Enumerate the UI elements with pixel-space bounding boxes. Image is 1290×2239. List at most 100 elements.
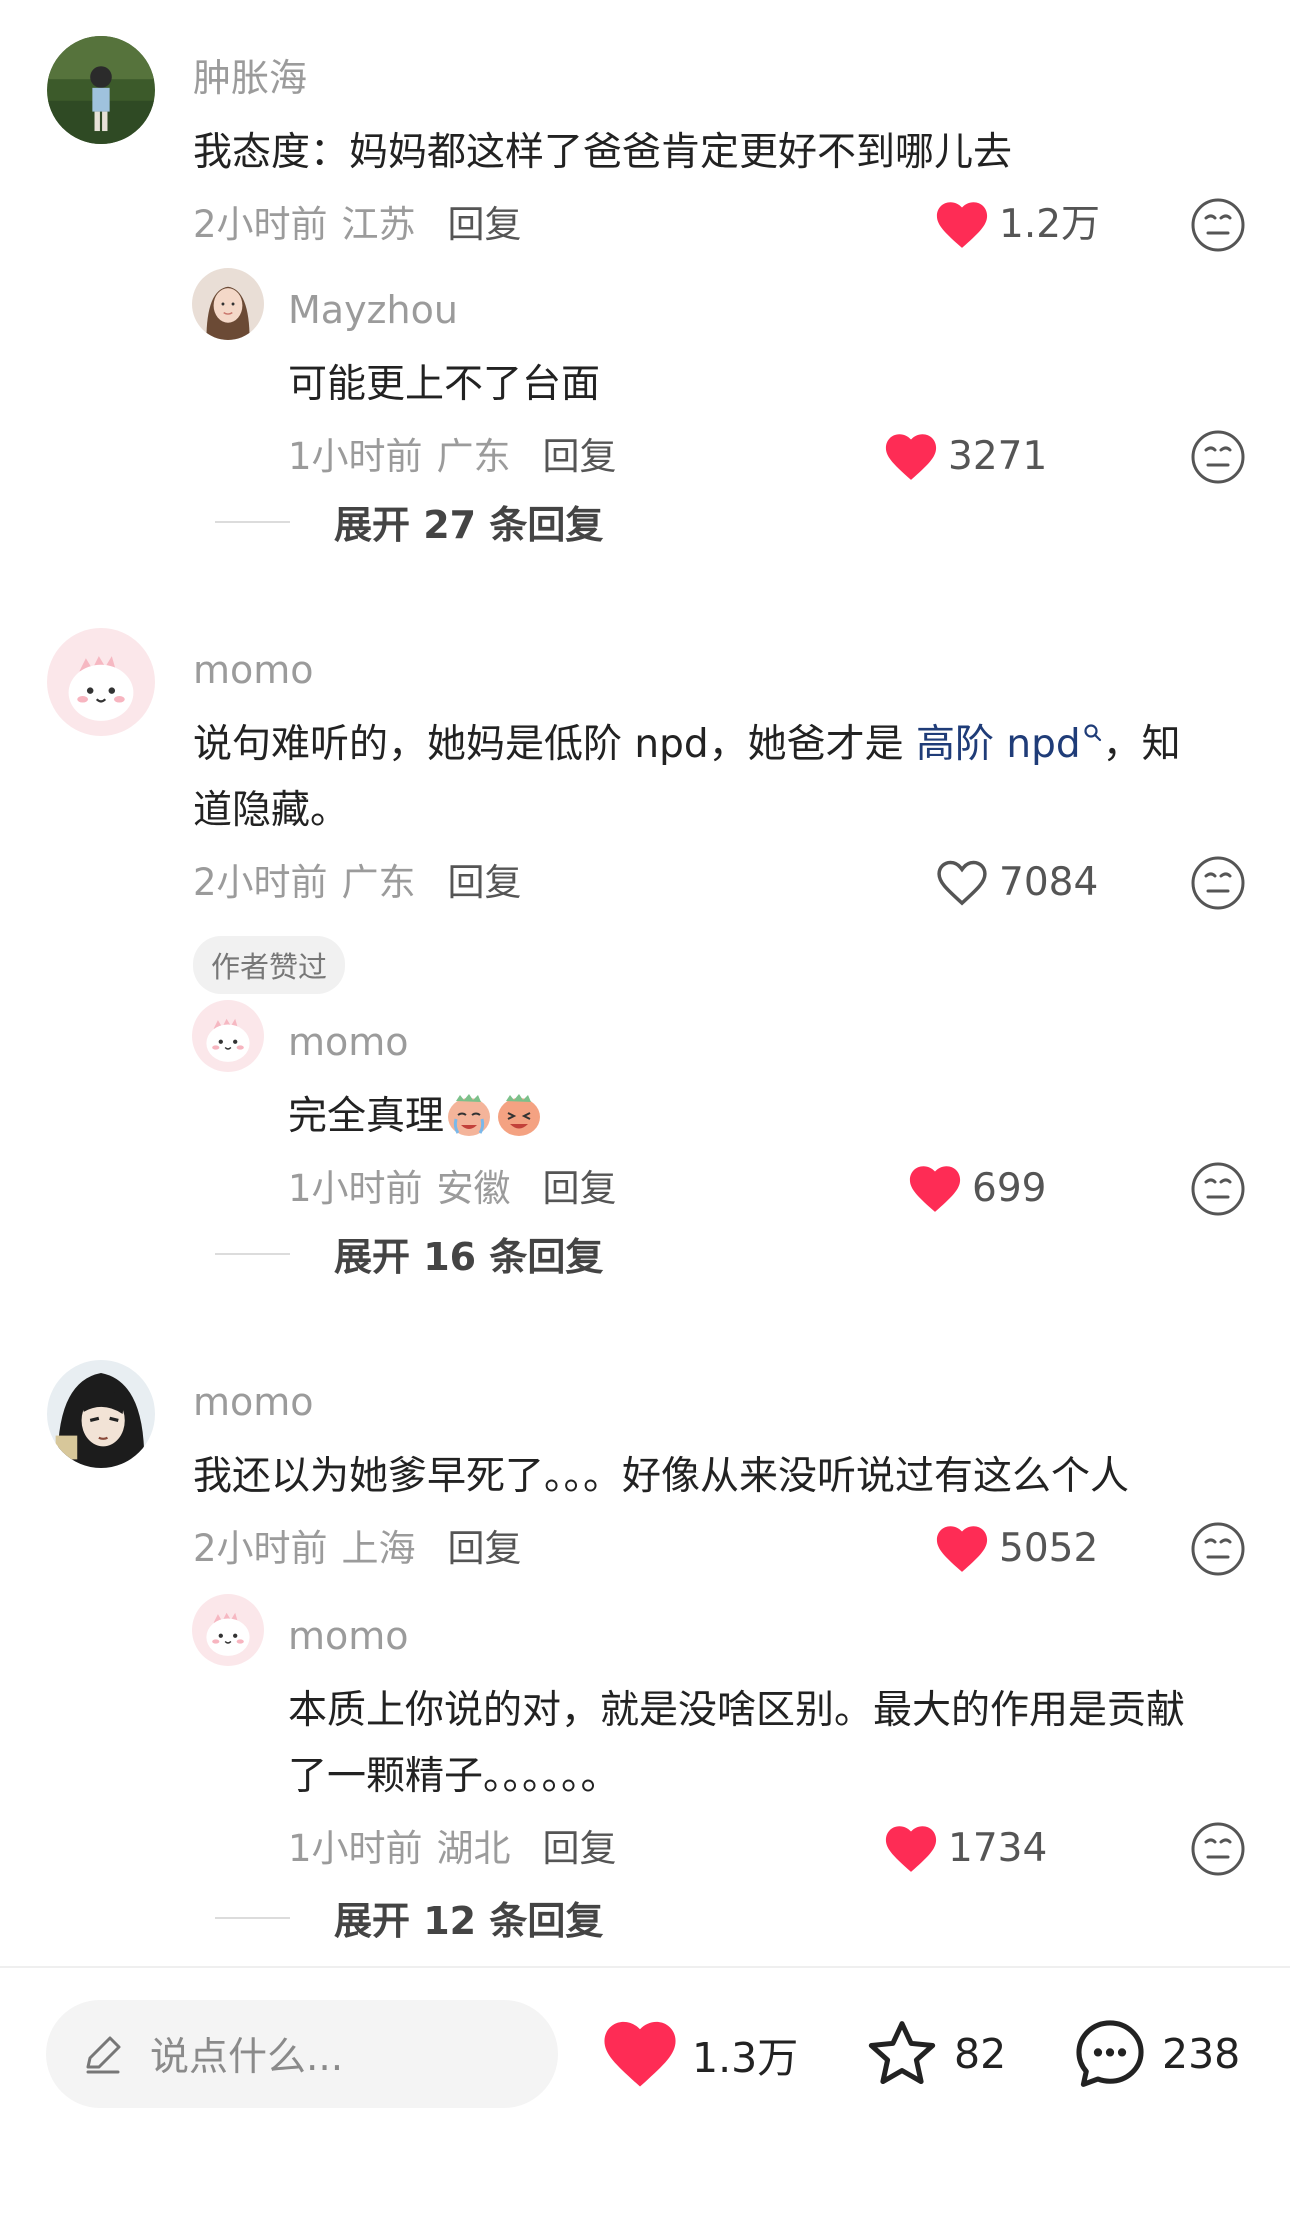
reply-button[interactable]: 回复 bbox=[448, 1527, 522, 1570]
reply-button[interactable]: 回复 bbox=[448, 861, 522, 904]
reply-button[interactable]: 回复 bbox=[448, 203, 522, 246]
location: 广东 bbox=[341, 861, 416, 904]
chat-bubble-icon bbox=[1076, 2020, 1144, 2087]
location: 安徽 bbox=[436, 1167, 511, 1210]
emoji-react-icon[interactable] bbox=[1189, 854, 1247, 912]
post-like-count: 1.3万 bbox=[692, 2034, 799, 2082]
comment-text-part: 说句难听的，她妈是低阶 npd，她爸才是 bbox=[193, 722, 917, 767]
comment-meta: 2小时前 上海 回复 5052 bbox=[193, 1514, 1247, 1584]
username[interactable]: momo bbox=[193, 1378, 1247, 1426]
username[interactable]: Mayzhou bbox=[288, 286, 1247, 334]
heart-icon bbox=[936, 1526, 988, 1572]
expand-replies-label[interactable]: 展开 27 条回复 bbox=[334, 494, 603, 549]
comment-meta: 1小时前 广东 回复 3271 bbox=[288, 422, 1247, 492]
like-count: 699 bbox=[972, 1166, 1047, 1211]
expand-replies-label[interactable]: 展开 12 条回复 bbox=[334, 1890, 603, 1945]
avatar[interactable] bbox=[192, 1000, 264, 1072]
avatar[interactable] bbox=[47, 1360, 155, 1468]
avatar[interactable] bbox=[47, 36, 155, 144]
comment-body: momo 我还以为她爹早死了。。。好像从来没听说过有这么个人 2小时前 上海 回复 … bbox=[193, 1360, 1247, 1584]
comment-text: 我态度：妈妈都这样了爸爸肯定更好不到哪儿去 bbox=[193, 130, 1013, 175]
comment-feed[interactable]: 肿胀海 我态度：妈妈都这样了爸爸肯定更好不到哪儿去 2小时前 江苏 回复 1.2万 bbox=[0, 0, 1290, 1966]
comment-input-placeholder: 说点什么... bbox=[150, 2035, 344, 2080]
comment-text-part: 完全真理 bbox=[288, 1094, 445, 1139]
divider bbox=[215, 1252, 290, 1255]
search-mini-icon bbox=[1084, 724, 1101, 742]
comment-body: momo 完全真理 1小时前 安徽 回复 699 bbox=[288, 1000, 1247, 1224]
comments-button[interactable]: 238 bbox=[1072, 2000, 1240, 2108]
comment-text: 完全真理 bbox=[288, 1084, 1247, 1150]
comment-text: 说句难听的，她妈是低阶 npd，她爸才是 高阶 npd ，知道隐藏。 bbox=[193, 712, 1247, 844]
comment-body: 肿胀海 我态度：妈妈都这样了爸爸肯定更好不到哪儿去 2小时前 江苏 回复 1.2万 bbox=[193, 36, 1247, 260]
avatar[interactable] bbox=[192, 268, 264, 340]
like-button[interactable]: 3271 bbox=[884, 422, 1047, 492]
timestamp: 2小时前 bbox=[193, 203, 328, 246]
like-count: 1734 bbox=[948, 1826, 1048, 1871]
comment-text: 本质上你说的对，就是没啥区别。最大的作用是贡献了一颗精子。。。。。。 bbox=[288, 1688, 1186, 1799]
emoji-react-icon[interactable] bbox=[1189, 428, 1247, 486]
expand-replies-label[interactable]: 展开 16 条回复 bbox=[334, 1226, 603, 1281]
comment-meta: 1小时前 湖北 回复 1734 bbox=[288, 1814, 1247, 1884]
location: 广东 bbox=[436, 435, 511, 478]
like-count: 5052 bbox=[999, 1526, 1099, 1571]
location: 湖北 bbox=[436, 1827, 511, 1870]
expand-replies-button[interactable]: 展开 27 条回复 bbox=[215, 494, 603, 549]
like-button[interactable]: 1.2万 bbox=[935, 190, 1100, 260]
timestamp: 1小时前 bbox=[288, 1167, 423, 1210]
topic-link-label: 高阶 npd bbox=[916, 722, 1081, 767]
author-liked-badge: 作者赞过 bbox=[193, 936, 346, 994]
heart-icon bbox=[885, 434, 937, 480]
crying-emoji-icon bbox=[444, 1089, 494, 1139]
comment-text: 我还以为她爹早死了。。。好像从来没听说过有这么个人 bbox=[193, 1454, 1130, 1499]
like-button[interactable]: 699 bbox=[908, 1154, 1046, 1224]
comment-text: 可能更上不了台面 bbox=[288, 362, 601, 407]
comment-body: momo 说句难听的，她妈是低阶 npd，她爸才是 高阶 npd ，知道隐藏。 2… bbox=[193, 628, 1247, 994]
star-icon bbox=[868, 2021, 936, 2085]
heart-icon bbox=[885, 1826, 937, 1872]
bottom-action-bar: 说点什么... 1.3万 82 238 bbox=[0, 1966, 1290, 2239]
expand-replies-button[interactable]: 展开 12 条回复 bbox=[215, 1890, 603, 1945]
like-count: 3271 bbox=[948, 434, 1048, 479]
like-button[interactable]: 1734 bbox=[884, 1814, 1047, 1884]
reply-button[interactable]: 回复 bbox=[543, 1827, 617, 1870]
comment-body: Mayzhou 可能更上不了台面 1小时前 广东 回复 3271 bbox=[288, 268, 1247, 492]
timestamp: 2小时前 bbox=[193, 1527, 328, 1570]
username[interactable]: momo bbox=[288, 1018, 1247, 1066]
comment-meta: 2小时前 广东 回复 7084 bbox=[193, 848, 1247, 918]
heart-outline-icon bbox=[937, 860, 987, 906]
emoji-react-icon[interactable] bbox=[1189, 1820, 1247, 1878]
favorite-button[interactable]: 82 bbox=[864, 2000, 1006, 2108]
topic-link[interactable]: 高阶 npd bbox=[916, 722, 1103, 767]
username[interactable]: momo bbox=[288, 1612, 1247, 1660]
emoji-react-icon[interactable] bbox=[1189, 196, 1247, 254]
like-button[interactable]: 7084 bbox=[935, 848, 1098, 918]
comment-body: momo 本质上你说的对，就是没啥区别。最大的作用是贡献了一颗精子。。。。。。 … bbox=[288, 1594, 1247, 1884]
comment-input[interactable]: 说点什么... bbox=[46, 2000, 558, 2108]
location: 上海 bbox=[341, 1527, 416, 1570]
pencil-icon bbox=[86, 2036, 121, 2074]
emoji-react-icon[interactable] bbox=[1189, 1520, 1247, 1578]
timestamp: 1小时前 bbox=[288, 435, 423, 478]
heart-icon bbox=[936, 202, 988, 248]
username[interactable]: 肿胀海 bbox=[193, 54, 1247, 102]
username[interactable]: momo bbox=[193, 646, 1247, 694]
timestamp: 2小时前 bbox=[193, 861, 328, 904]
timestamp: 1小时前 bbox=[288, 1827, 423, 1870]
like-button[interactable]: 5052 bbox=[935, 1514, 1098, 1584]
reply-button[interactable]: 回复 bbox=[543, 1167, 617, 1210]
favorite-count: 82 bbox=[954, 2030, 1007, 2078]
comment-meta: 1小时前 安徽 回复 699 bbox=[288, 1154, 1247, 1224]
avatar[interactable] bbox=[192, 1594, 264, 1666]
post-like-button[interactable]: 1.3万 bbox=[602, 2000, 798, 2108]
like-count: 7084 bbox=[999, 860, 1099, 905]
location: 江苏 bbox=[341, 203, 416, 246]
reply-button[interactable]: 回复 bbox=[543, 435, 617, 478]
comment-meta: 2小时前 江苏 回复 1.2万 bbox=[193, 190, 1247, 260]
divider bbox=[215, 520, 290, 523]
heart-icon bbox=[909, 1166, 961, 1212]
laughing-emoji-icon bbox=[494, 1089, 544, 1139]
heart-icon bbox=[604, 2021, 676, 2087]
emoji-react-icon[interactable] bbox=[1189, 1160, 1247, 1218]
avatar[interactable] bbox=[47, 628, 155, 736]
expand-replies-button[interactable]: 展开 16 条回复 bbox=[215, 1226, 603, 1281]
